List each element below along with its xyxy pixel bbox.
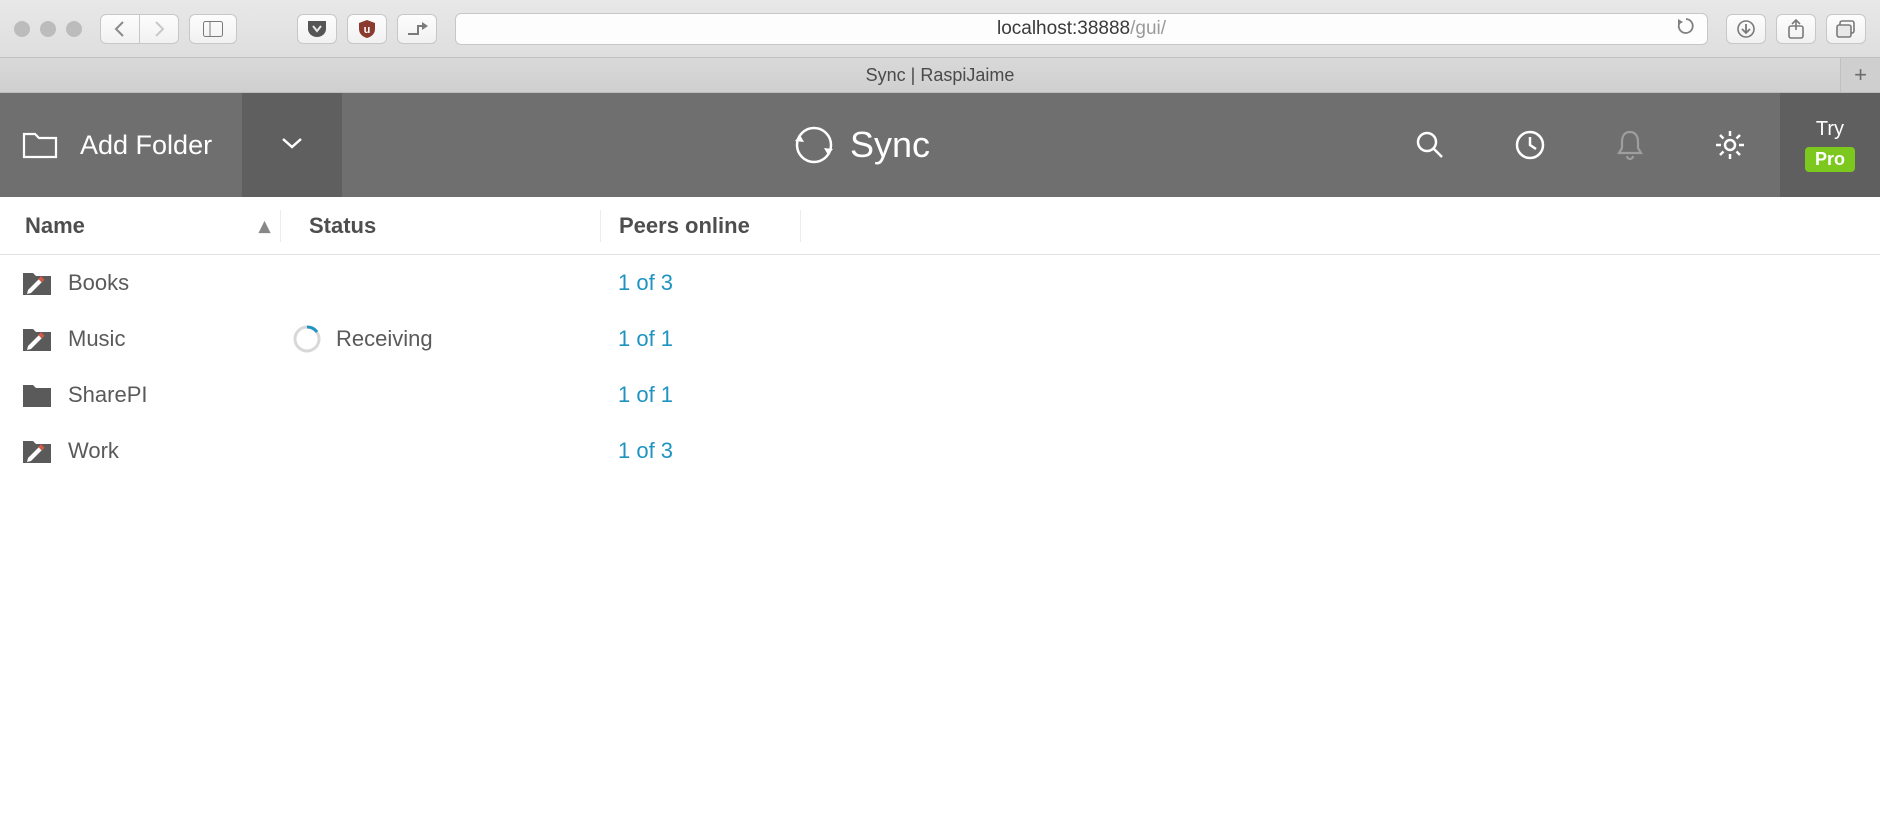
row-peers[interactable]: 1 of 3 — [600, 270, 800, 296]
add-folder-button[interactable]: Add Folder — [0, 93, 242, 197]
row-peers[interactable]: 1 of 1 — [600, 382, 800, 408]
app-toolbar: Add Folder Sync — [0, 93, 1880, 197]
tabs-button[interactable] — [1826, 14, 1866, 44]
toolbar-actions — [1380, 93, 1780, 197]
table-row[interactable]: Books 1 of 3 — [0, 255, 1880, 311]
folder-icon — [22, 438, 52, 464]
column-status-label: Status — [309, 213, 376, 239]
row-name: Work — [68, 438, 119, 464]
add-folder-label: Add Folder — [80, 130, 212, 161]
pocket-extension-button[interactable] — [297, 14, 337, 44]
redirect-extension-button[interactable] — [397, 14, 437, 44]
folder-icon — [22, 382, 52, 408]
column-header-peers[interactable]: Peers online — [600, 210, 800, 242]
close-window-icon[interactable] — [14, 21, 30, 37]
table-row[interactable]: SharePI 1 of 1 — [0, 367, 1880, 423]
row-name: SharePI — [68, 382, 148, 408]
search-icon — [1415, 130, 1445, 160]
row-status-text: Receiving — [336, 326, 433, 352]
row-name: Books — [68, 270, 129, 296]
folder-outline-icon — [22, 130, 58, 160]
row-peers[interactable]: 1 of 1 — [600, 326, 800, 352]
share-button[interactable] — [1776, 14, 1816, 44]
sidebar-toggle-button[interactable] — [189, 14, 237, 44]
column-name-label: Name — [25, 213, 85, 239]
clock-icon — [1514, 129, 1546, 161]
ublock-extension-button[interactable]: u — [347, 14, 387, 44]
table-row[interactable]: Music Receiving 1 of 1 — [0, 311, 1880, 367]
bell-icon — [1615, 129, 1645, 161]
column-header-name[interactable]: Name ▴ — [0, 213, 280, 239]
column-peers-label: Peers online — [619, 213, 750, 239]
tab-bar: Sync | RaspiJaime + — [0, 57, 1880, 92]
url-path: /gui/ — [1130, 18, 1166, 40]
folder-table-body: Books 1 of 3 Music Receiving 1 of 1 Shar… — [0, 255, 1880, 479]
column-header-extra — [800, 210, 810, 242]
app-brand-name: Sync — [850, 124, 930, 166]
add-folder-dropdown[interactable] — [242, 93, 342, 197]
column-header-status[interactable]: Status — [280, 210, 600, 242]
row-name: Music — [68, 326, 125, 352]
history-button[interactable] — [1480, 93, 1580, 197]
gear-icon — [1714, 129, 1746, 161]
active-tab-title[interactable]: Sync | RaspiJaime — [866, 65, 1015, 86]
browser-toolbar: u localhost:38888/gui/ — [0, 0, 1880, 57]
downloads-button[interactable] — [1726, 14, 1766, 44]
folder-icon — [22, 326, 52, 352]
notifications-button[interactable] — [1580, 93, 1680, 197]
spinner-icon — [292, 324, 322, 354]
app-brand: Sync — [342, 93, 1380, 197]
forward-button[interactable] — [139, 14, 179, 44]
try-pro-try-label: Try — [1816, 118, 1844, 141]
browser-chrome: u localhost:38888/gui/ Sync | RaspiJaime… — [0, 0, 1880, 93]
back-button[interactable] — [100, 14, 140, 44]
url-host: localhost:38888 — [997, 18, 1130, 40]
chevron-down-icon — [280, 136, 304, 155]
new-tab-button[interactable]: + — [1840, 58, 1880, 92]
sort-asc-icon: ▴ — [259, 213, 270, 239]
maximize-window-icon[interactable] — [66, 21, 82, 37]
table-row[interactable]: Work 1 of 3 — [0, 423, 1880, 479]
sync-logo-icon — [792, 123, 836, 167]
settings-button[interactable] — [1680, 93, 1780, 197]
folder-table-header: Name ▴ Status Peers online — [0, 197, 1880, 255]
minimize-window-icon[interactable] — [40, 21, 56, 37]
folder-icon — [22, 270, 52, 296]
search-button[interactable] — [1380, 93, 1480, 197]
address-bar[interactable]: localhost:38888/gui/ — [455, 13, 1708, 45]
window-controls[interactable] — [14, 21, 82, 37]
reload-icon[interactable] — [1677, 17, 1695, 41]
try-pro-pro-badge: Pro — [1805, 147, 1855, 172]
svg-text:u: u — [364, 24, 371, 36]
try-pro-button[interactable]: Try Pro — [1780, 93, 1880, 197]
row-peers[interactable]: 1 of 3 — [600, 438, 800, 464]
